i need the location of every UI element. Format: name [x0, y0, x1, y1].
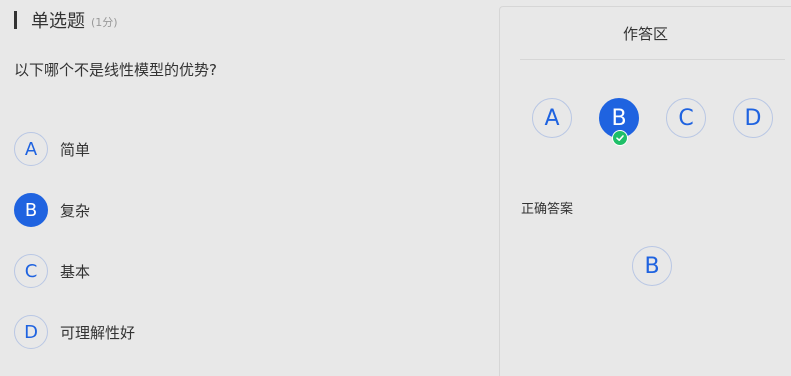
answer-choice-a[interactable]: A — [532, 98, 572, 138]
check-icon — [612, 130, 628, 146]
option-label: 简单 — [60, 140, 91, 159]
answer-choice-c[interactable]: C — [666, 98, 706, 138]
option-label: 复杂 — [60, 201, 91, 220]
option-letter: A — [14, 132, 48, 166]
option-b[interactable]: B 复杂 — [14, 193, 90, 227]
option-letter: C — [14, 254, 48, 288]
quiz-page: 单选题 (1分) 以下哪个不是线性模型的优势? A 简单 B 复杂 C 基本 D… — [0, 0, 791, 376]
option-a[interactable]: A 简单 — [14, 132, 90, 166]
answer-choice-d[interactable]: D — [733, 98, 773, 138]
option-c[interactable]: C 基本 — [14, 254, 90, 288]
question-score: (1分) — [91, 15, 118, 29]
correct-answer-label: 正确答案 — [521, 202, 574, 217]
option-label: 基本 — [60, 262, 91, 281]
question-type: 单选题 — [31, 11, 85, 32]
panel-divider — [520, 59, 785, 60]
answer-panel: 作答区 A B C D 正确答案 B — [499, 6, 791, 376]
question-header: 单选题 (1分) — [14, 9, 118, 32]
option-d[interactable]: D 可理解性好 — [14, 315, 135, 349]
answer-panel-title: 作答区 — [622, 25, 668, 43]
question-area: 单选题 (1分) 以下哪个不是线性模型的优势? A 简单 B 复杂 C 基本 D… — [0, 0, 499, 376]
question-text: 以下哪个不是线性模型的优势? — [14, 61, 217, 79]
option-letter: B — [14, 193, 48, 227]
correct-answer-badge: B — [632, 246, 672, 286]
option-label: 可理解性好 — [60, 323, 136, 342]
header-accent-bar — [14, 11, 17, 29]
option-letter: D — [14, 315, 48, 349]
